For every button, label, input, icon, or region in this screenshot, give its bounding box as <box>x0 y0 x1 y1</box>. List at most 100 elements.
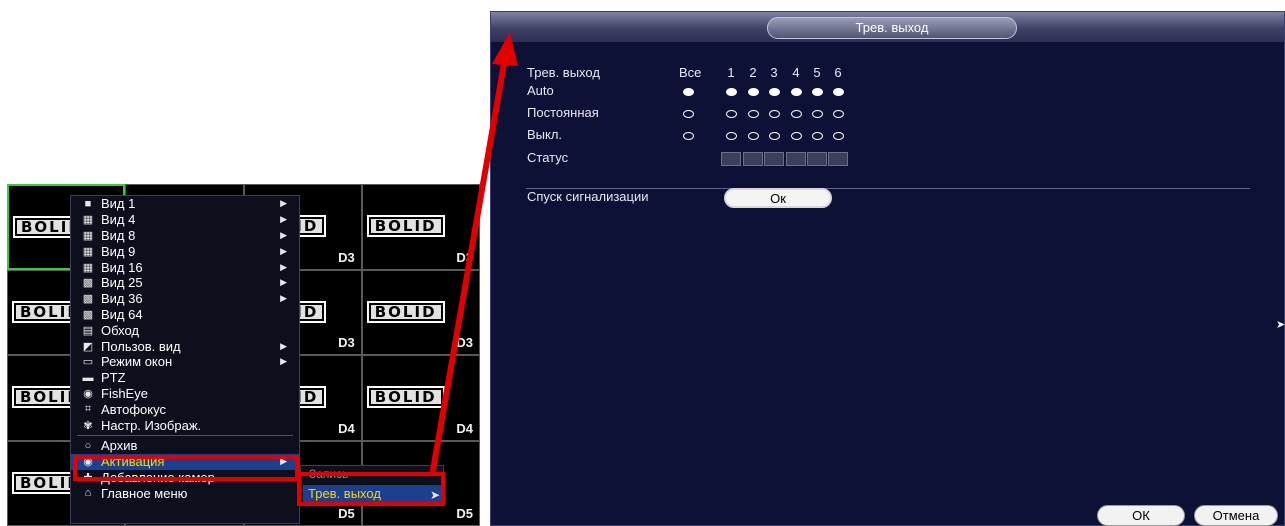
view-36-icon: ▩ <box>82 293 94 306</box>
menu-item-label: Вид 9 <box>101 243 136 259</box>
menu-item[interactable]: ▦ Вид 9 ▶ <box>71 243 299 259</box>
alarm-output-dialog: Трев. выход Трев. выход Все Статус Спуск… <box>490 11 1285 526</box>
dialog-titlebar: Трев. выход <box>491 12 1284 42</box>
view-8-icon: ▦ <box>82 229 94 242</box>
menu-item-label: Вид 16 <box>101 259 143 275</box>
submenu-arrow-icon: ▶ <box>280 293 287 304</box>
menu-item[interactable]: ▦ Вид 8 ▶ <box>71 228 299 244</box>
radio-channel[interactable] <box>833 132 844 140</box>
menu-item-label: FishEye <box>101 385 148 401</box>
submenu-arrow-icon: ▶ <box>280 229 287 240</box>
menu-item[interactable]: ▤ Обход <box>71 322 299 338</box>
camera-label: D5 <box>338 506 355 521</box>
menu-item[interactable]: ○ Архив <box>71 438 299 454</box>
menu-item-label: Режим окон <box>101 354 173 370</box>
menu-item[interactable]: ▦ Вид 16 ▶ <box>71 259 299 275</box>
view-9-icon: ▦ <box>82 245 94 258</box>
custom-view-icon: ◩ <box>82 340 94 353</box>
status-indicator <box>743 152 763 166</box>
menu-item-label: Главное меню <box>101 485 188 501</box>
menu-item[interactable]: ▭ Режим окон ▶ <box>71 354 299 370</box>
radio-channel[interactable] <box>726 132 737 140</box>
camera-cell[interactable]: BOLID D3 <box>361 269 480 355</box>
camera-logo: BOLID <box>366 300 445 323</box>
radio-channel[interactable] <box>833 110 844 118</box>
radio-channel[interactable] <box>726 110 737 118</box>
view-1-icon: ■ <box>84 197 92 210</box>
camera-cell[interactable]: BOLID D4 <box>361 355 480 441</box>
menu-item[interactable]: ⌗ Автофокус <box>71 401 299 417</box>
alarm-release-label: Спуск сигнализации <box>527 189 649 204</box>
status-indicator <box>807 152 827 166</box>
menu-item[interactable]: ◩ Пользов. вид ▶ <box>71 338 299 354</box>
menu-item[interactable]: ▩ Вид 36 ▶ <box>71 291 299 307</box>
ptz-icon: ▬ <box>82 371 94 384</box>
radio-channel[interactable] <box>791 110 802 118</box>
radio-channel[interactable] <box>769 132 780 140</box>
radio-channel[interactable] <box>791 88 802 96</box>
menu-item-label: Обход <box>101 322 140 338</box>
camera-label: D3 <box>456 249 473 265</box>
menu-separator <box>77 434 293 436</box>
radio-channel[interactable] <box>769 88 780 96</box>
menu-item-label: Архив <box>101 438 138 454</box>
camera-logo: BOLID <box>366 386 445 408</box>
cancel-button[interactable]: Отмена <box>1194 505 1278 526</box>
radio-channel[interactable] <box>769 110 780 118</box>
dialog-title: Трев. выход <box>767 17 1017 39</box>
camera-label: D3 <box>456 335 473 350</box>
submenu-arrow-icon: ▶ <box>280 340 287 351</box>
view-4-icon: ▦ <box>82 214 94 227</box>
camera-label: D4 <box>338 420 355 436</box>
radio-channel[interactable] <box>726 88 737 96</box>
menu-item[interactable]: ◉ FishEye <box>71 386 299 402</box>
submenu-arrow-icon: ▶ <box>280 277 287 288</box>
status-indicator <box>721 152 741 166</box>
status-indicator <box>764 152 784 166</box>
menu-item[interactable]: ▬ PTZ <box>71 370 299 386</box>
camera-cell[interactable]: BOLID D3 <box>361 184 480 270</box>
menu-item[interactable]: ▩ Вид 25 ▶ <box>71 275 299 291</box>
radio-channel[interactable] <box>812 132 823 140</box>
menu-item[interactable]: ✾ Настр. Изображ. <box>71 417 299 433</box>
status-indicator <box>828 152 848 166</box>
channel-header: 1 <box>727 65 735 80</box>
mouse-cursor-icon: ➤ <box>1276 319 1285 331</box>
menu-item[interactable]: ▦ Вид 4 ▶ <box>71 212 299 228</box>
menu-item-label: Пользов. вид <box>101 338 181 354</box>
home-icon: ⌂ <box>84 487 92 500</box>
radio-channel[interactable] <box>812 110 823 118</box>
camera-label: D3 <box>338 249 355 265</box>
camera-label: D5 <box>456 506 473 521</box>
radio-channel[interactable] <box>748 132 759 140</box>
menu-item-label: Вид 25 <box>101 275 143 291</box>
radio-channel[interactable] <box>791 132 802 140</box>
radio-all[interactable] <box>683 110 694 118</box>
camera-label: D3 <box>338 335 355 350</box>
camera-label: D4 <box>456 420 473 436</box>
menu-item[interactable]: ▩ Вид 64 <box>71 307 299 323</box>
radio-all[interactable] <box>683 88 694 96</box>
camera-logo: BOLID <box>366 215 445 237</box>
ok-button[interactable]: ОК <box>1097 505 1185 526</box>
radio-all[interactable] <box>683 132 694 140</box>
menu-item-label: PTZ <box>101 370 126 386</box>
alarm-output-highlight-box <box>297 472 445 506</box>
radio-channel[interactable] <box>833 88 844 96</box>
submenu-arrow-icon: ▶ <box>280 245 287 256</box>
menu-item[interactable]: ⌂ Главное меню <box>71 485 299 501</box>
radio-channel[interactable] <box>812 88 823 96</box>
tour-icon: ▤ <box>82 324 94 337</box>
archive-search-icon: ○ <box>84 439 92 452</box>
status-label: Статус <box>527 150 569 165</box>
radio-channel[interactable] <box>748 110 759 118</box>
channel-header: 4 <box>792 65 800 80</box>
view-25-icon: ▩ <box>82 277 94 290</box>
menu-item-label: Автофокус <box>101 401 166 417</box>
menu-item[interactable]: ■ Вид 1 ▶ <box>71 196 299 212</box>
menu-item-label: Вид 4 <box>101 212 136 228</box>
alarm-release-button[interactable]: Ок <box>724 188 832 208</box>
mode-label: Auto <box>527 83 554 98</box>
channel-header: 3 <box>770 65 778 80</box>
radio-channel[interactable] <box>748 88 759 96</box>
